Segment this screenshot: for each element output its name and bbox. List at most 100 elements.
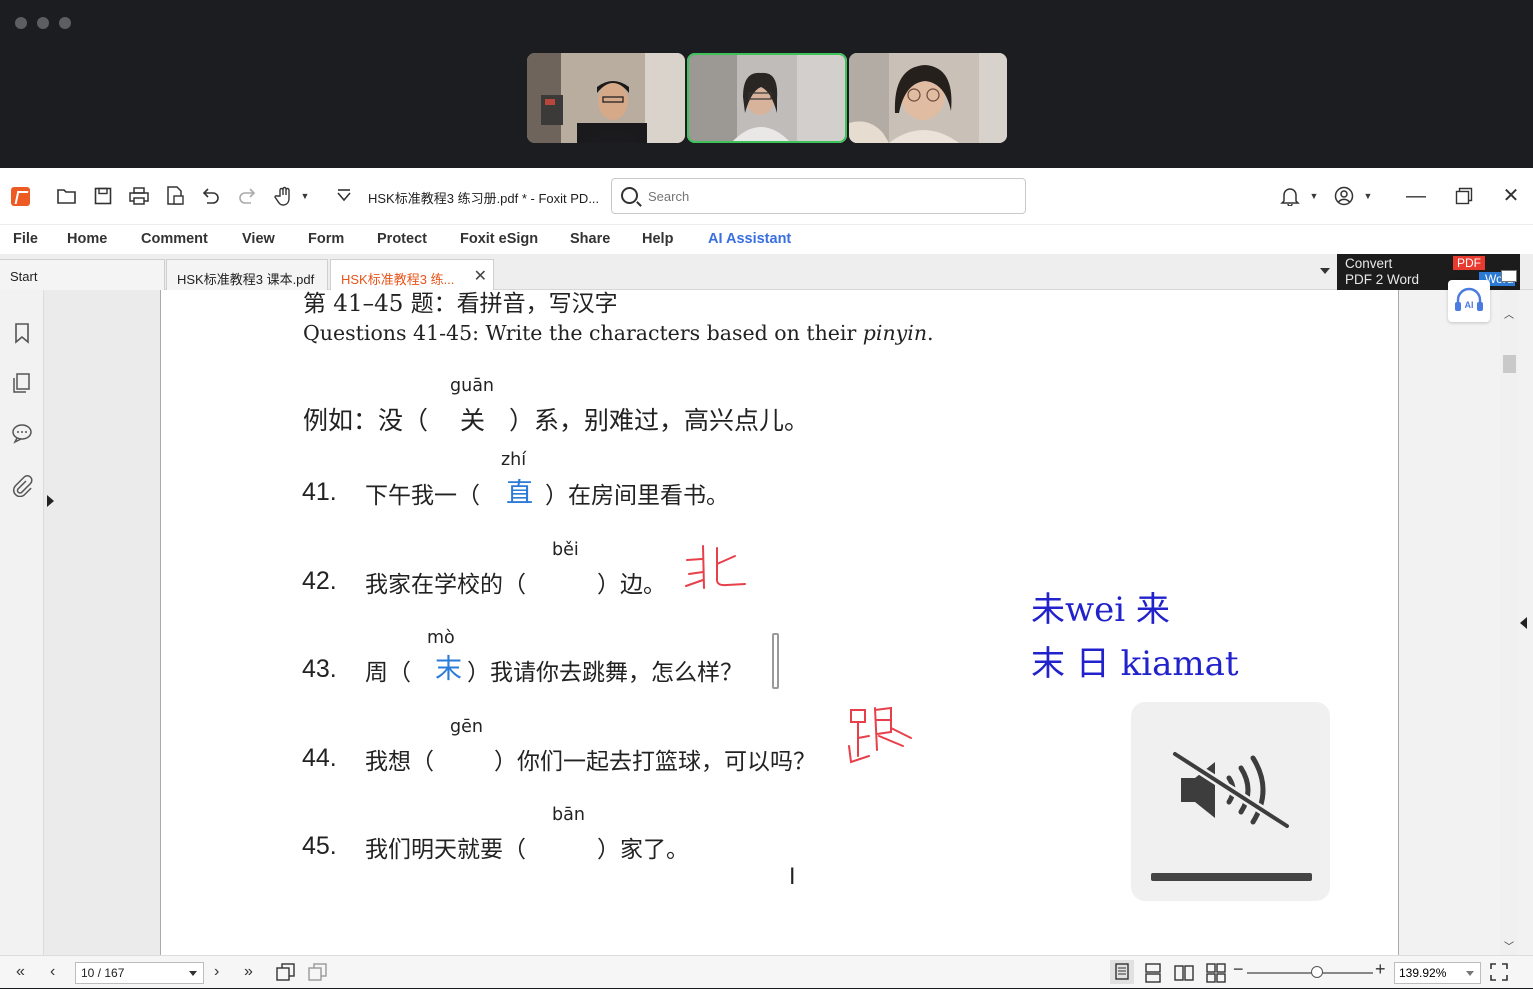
hand-tool-icon[interactable]	[273, 185, 295, 207]
maximize-dot-icon[interactable]	[59, 17, 71, 29]
pdf-page[interactable]: 第 41–45 题：看拼音，写汉字 Questions 41-45: Write…	[160, 290, 1399, 955]
minimize-dot-icon[interactable]	[37, 17, 49, 29]
q42-number: 42.	[302, 567, 337, 595]
close-window-icon[interactable]: ✕	[1496, 181, 1526, 211]
single-page-view-icon[interactable]	[1110, 960, 1134, 984]
convert-pdf-to-word-banner[interactable]: Convert PDF 2 Word PDF Word	[1337, 254, 1520, 290]
tab-start[interactable]: Start	[0, 259, 165, 290]
ai-badge-text: AI	[1465, 300, 1474, 310]
search-icon	[621, 187, 638, 204]
convert-ad-line2: PDF 2 Word	[1345, 272, 1420, 287]
instructions-text: Questions 41-45: Write the characters ba…	[303, 321, 863, 345]
menu-file[interactable]: File	[13, 231, 38, 247]
participant-video-2[interactable]	[687, 53, 847, 143]
zoom-slider-handle[interactable]	[1311, 966, 1323, 978]
q43-after: ）我请你去跳舞，怎么样？	[467, 660, 743, 686]
instructions-emphasis: pinyin	[862, 321, 928, 345]
collapse-right-panel-icon[interactable]	[1520, 617, 1527, 629]
q41-pinyin: zhí	[501, 450, 527, 470]
tab-workbook-label: HSK标准教程3 练...	[341, 272, 455, 287]
scroll-down-arrow-icon[interactable]: ﹀	[1504, 938, 1514, 953]
zoom-field[interactable]: 139.92%	[1394, 962, 1481, 984]
undo-icon[interactable]	[200, 185, 222, 207]
q42-pinyin: běi	[552, 540, 579, 560]
previous-view-icon[interactable]	[276, 963, 296, 986]
side-panel-area	[44, 290, 160, 955]
q41-before: 下午我一（	[365, 483, 480, 509]
save-icon[interactable]	[92, 185, 114, 207]
tab-start-label: Start	[10, 269, 38, 284]
window-controls[interactable]	[15, 17, 71, 29]
search-input[interactable]	[648, 187, 1008, 205]
account-dropdown-icon[interactable]: ▼	[1357, 185, 1379, 207]
menu-comment[interactable]: Comment	[141, 231, 208, 247]
notification-bell-icon[interactable]	[1279, 185, 1301, 207]
facing-view-icon[interactable]	[1174, 963, 1194, 988]
zoom-in-icon[interactable]: +	[1375, 959, 1386, 980]
zoom-slider[interactable]	[1247, 972, 1373, 974]
create-pdf-icon[interactable]	[164, 185, 186, 207]
tab-textbook[interactable]: HSK标准教程3 课本.pdf	[166, 259, 328, 290]
tab-workbook[interactable]: HSK标准教程3 练... ✕	[330, 259, 494, 290]
close-dot-icon[interactable]	[15, 17, 27, 29]
q43-answer: 末	[435, 654, 462, 685]
print-icon[interactable]	[128, 185, 150, 207]
menu-form[interactable]: Form	[308, 231, 344, 247]
tab-list-dropdown-icon[interactable]	[1320, 268, 1330, 274]
continuous-facing-view-icon[interactable]	[1206, 963, 1226, 988]
foxit-logo-icon[interactable]	[11, 187, 30, 206]
example-rest: ）系，别难过，高兴点儿。	[509, 406, 810, 435]
scroll-up-arrow-icon[interactable]: ︿	[1504, 306, 1514, 321]
q44-handwritten-gen-icon	[848, 706, 912, 764]
comments-icon[interactable]	[11, 422, 33, 444]
restore-icon[interactable]	[1449, 181, 1479, 211]
panel-toggle-icon[interactable]	[1501, 270, 1517, 282]
menu-home[interactable]: Home	[67, 231, 107, 247]
q43-number: 43.	[302, 655, 337, 683]
previous-page-icon[interactable]: ‹	[50, 963, 55, 981]
menu-foxit-esign[interactable]: Foxit eSign	[460, 231, 538, 247]
page-number-field[interactable]: 10 / 167	[75, 962, 204, 984]
vertical-scrollbar[interactable]: ︿ ﹀	[1500, 270, 1518, 955]
menu-share[interactable]: Share	[570, 231, 610, 247]
account-icon[interactable]	[1333, 185, 1355, 207]
q45-number: 45.	[302, 832, 337, 860]
participant-video-3[interactable]	[849, 53, 1007, 143]
participant-video-1[interactable]	[527, 53, 685, 143]
zoom-dropdown-icon[interactable]	[1466, 971, 1474, 976]
quick-access-menu-icon[interactable]	[333, 185, 355, 207]
bell-dropdown-icon[interactable]: ▼	[1303, 185, 1325, 207]
first-page-icon[interactable]: «	[16, 963, 25, 981]
redo-icon[interactable]	[236, 185, 258, 207]
fullscreen-icon[interactable]	[1490, 963, 1508, 986]
hand-tool-dropdown-icon[interactable]: ▼	[294, 185, 316, 207]
tab-close-icon[interactable]: ✕	[474, 266, 487, 286]
attachment-icon[interactable]	[11, 475, 33, 498]
scroll-thumb[interactable]	[1503, 355, 1516, 373]
participant-tiles	[527, 53, 1007, 143]
minimize-icon[interactable]: —	[1401, 181, 1431, 211]
q42-handwritten-bei-icon	[685, 545, 746, 589]
convert-ad-pdf-badge: PDF	[1453, 256, 1485, 270]
last-page-icon[interactable]: »	[244, 963, 253, 981]
ai-assistant-button[interactable]: AI	[1448, 280, 1490, 322]
zoom-out-icon[interactable]: −	[1233, 959, 1244, 980]
q45-after: ）家了。	[597, 837, 689, 863]
q43-pinyin: mò	[427, 628, 455, 648]
bookmark-icon[interactable]	[11, 322, 33, 344]
search-box[interactable]	[611, 178, 1026, 214]
menu-ai-assistant[interactable]: AI Assistant	[708, 231, 791, 247]
menu-view[interactable]: View	[242, 231, 275, 247]
text-select-cursor-icon: I	[789, 865, 796, 890]
open-folder-icon[interactable]	[56, 185, 78, 207]
menu-protect[interactable]: Protect	[377, 231, 427, 247]
text-insertion-box[interactable]	[772, 633, 779, 689]
q44-number: 44.	[302, 744, 337, 772]
q41-number: 41.	[302, 478, 337, 506]
expand-panel-arrow-icon[interactable]	[47, 495, 54, 507]
next-view-icon[interactable]	[308, 963, 328, 986]
menu-help[interactable]: Help	[642, 231, 673, 247]
continuous-view-icon[interactable]	[1143, 963, 1163, 988]
page-thumbnails-icon[interactable]	[11, 372, 33, 394]
next-page-icon[interactable]: ›	[214, 963, 219, 981]
